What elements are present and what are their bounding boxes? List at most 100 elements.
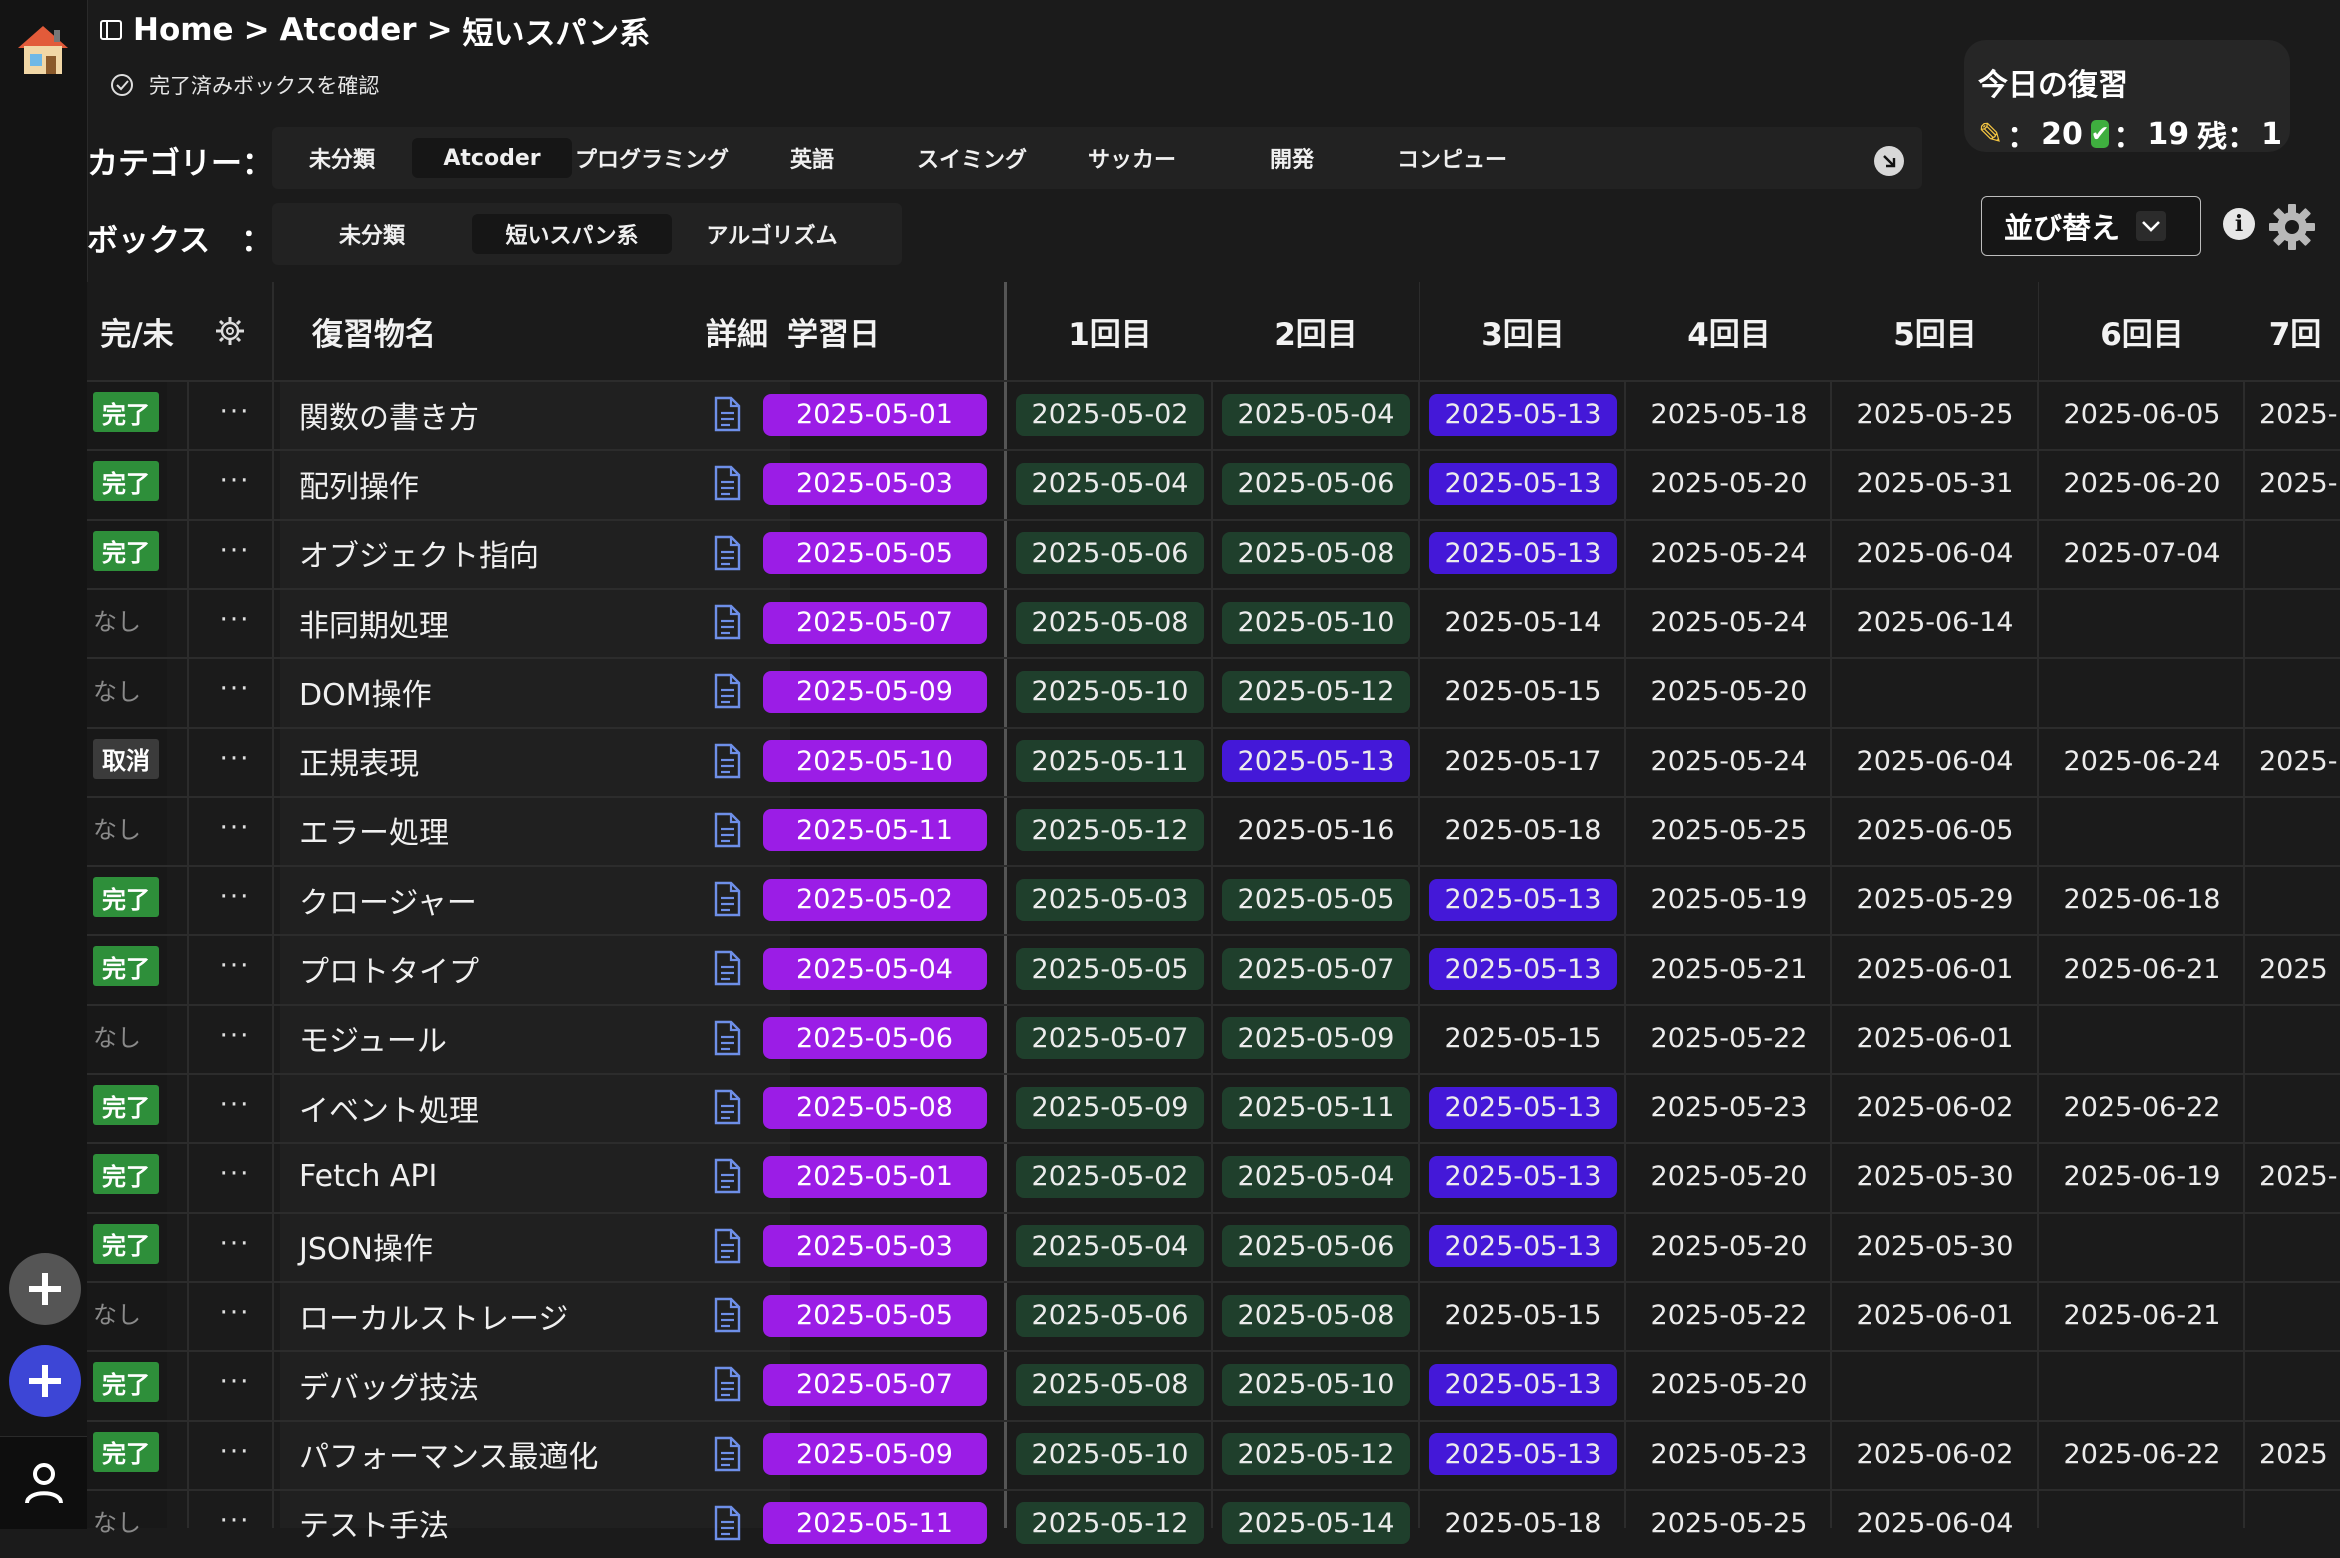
completed-date[interactable]: 2025-05-12 — [1016, 1502, 1204, 1545]
completed-date[interactable]: 2025-05-12 — [1222, 1433, 1410, 1476]
completed-date[interactable]: 2025-05-11 — [1222, 1086, 1410, 1129]
box-tab[interactable]: 短いスパン系 — [472, 214, 672, 254]
completed-date[interactable]: 2025-05-10 — [1222, 601, 1410, 644]
category-tab[interactable]: サッカー — [1052, 138, 1212, 178]
completed-date[interactable]: 2025-05-11 — [1016, 740, 1204, 783]
row-menu-button[interactable]: ··· — [192, 1491, 278, 1551]
study-date-pill[interactable]: 2025-05-01 — [762, 1155, 987, 1198]
row-menu-button[interactable]: ··· — [192, 659, 278, 719]
add-box-button[interactable] — [9, 1253, 81, 1325]
completed-date[interactable]: 2025-05-07 — [1222, 948, 1410, 991]
category-tab[interactable]: 英語 — [732, 138, 892, 178]
row-menu-button[interactable]: ··· — [192, 936, 278, 996]
category-tab[interactable]: スイミング — [892, 138, 1052, 178]
completed-date[interactable]: 2025-05-09 — [1016, 1086, 1204, 1129]
category-tab[interactable]: コンピュー — [1372, 138, 1532, 178]
completed-date[interactable]: 2025-05-12 — [1222, 670, 1410, 713]
document-icon[interactable] — [712, 1436, 742, 1472]
study-date-pill[interactable]: 2025-05-02 — [762, 878, 987, 921]
completed-date[interactable]: 2025-05-07 — [1016, 1017, 1204, 1060]
breadcrumb-home[interactable]: Home — [133, 12, 234, 48]
document-icon[interactable] — [712, 881, 742, 917]
item-name[interactable]: モジュール — [299, 1004, 447, 1073]
add-item-button[interactable] — [9, 1345, 81, 1417]
item-name[interactable]: テスト手法 — [299, 1489, 449, 1558]
category-tab[interactable]: プログラミング — [572, 138, 732, 178]
row-menu-button[interactable]: ··· — [192, 867, 278, 927]
sort-dropdown[interactable]: 並び替え — [1981, 196, 2201, 256]
document-icon[interactable] — [712, 604, 742, 640]
study-date-pill[interactable]: 2025-05-06 — [762, 1017, 987, 1060]
completed-date[interactable]: 2025-05-05 — [1222, 878, 1410, 921]
status-badge[interactable]: 取消 — [93, 738, 159, 779]
completed-date[interactable]: 2025-05-06 — [1222, 1225, 1410, 1268]
due-today-date[interactable]: 2025-05-13 — [1429, 1363, 1617, 1406]
row-menu-button[interactable]: ··· — [192, 521, 278, 581]
document-icon[interactable] — [712, 1089, 742, 1125]
due-today-date[interactable]: 2025-05-13 — [1429, 1433, 1617, 1476]
document-icon[interactable] — [712, 1297, 742, 1333]
item-name[interactable]: エラー処理 — [299, 796, 449, 865]
document-icon[interactable] — [712, 1505, 742, 1541]
category-tab[interactable]: Atcoder — [412, 138, 572, 178]
row-menu-button[interactable]: ··· — [192, 1352, 278, 1412]
item-name[interactable]: デバッグ技法 — [299, 1350, 479, 1419]
item-name[interactable]: イベント処理 — [299, 1073, 479, 1142]
document-icon[interactable] — [712, 465, 742, 501]
due-today-date[interactable]: 2025-05-13 — [1429, 1225, 1617, 1268]
row-menu-button[interactable]: ··· — [192, 1006, 278, 1066]
item-name[interactable]: オブジェクト指向 — [299, 519, 539, 588]
document-icon[interactable] — [712, 1228, 742, 1264]
status-badge[interactable]: なし — [93, 669, 159, 709]
sidebar-toggle-icon[interactable] — [99, 18, 123, 42]
item-name[interactable]: 配列操作 — [299, 449, 419, 518]
breadcrumb-section[interactable]: Atcoder — [280, 12, 417, 48]
document-icon[interactable] — [712, 812, 742, 848]
status-badge[interactable]: なし — [93, 1016, 159, 1056]
study-date-pill[interactable]: 2025-05-05 — [762, 1294, 987, 1337]
row-menu-button[interactable]: ··· — [192, 590, 278, 650]
status-badge[interactable]: 完了 — [93, 461, 159, 502]
completed-date[interactable]: 2025-05-10 — [1016, 670, 1204, 713]
study-date-pill[interactable]: 2025-05-03 — [762, 462, 987, 505]
due-today-date[interactable]: 2025-05-13 — [1222, 740, 1410, 783]
settings-gear-icon[interactable] — [2267, 202, 2317, 256]
completed-date[interactable]: 2025-05-08 — [1222, 1294, 1410, 1337]
study-date-pill[interactable]: 2025-05-11 — [762, 809, 987, 852]
completed-date[interactable]: 2025-05-04 — [1016, 1225, 1204, 1268]
item-name[interactable]: クロージャー — [299, 865, 477, 934]
status-badge[interactable]: なし — [93, 1293, 159, 1333]
completed-date[interactable]: 2025-05-02 — [1016, 393, 1204, 436]
study-date-pill[interactable]: 2025-05-08 — [762, 1086, 987, 1129]
row-menu-button[interactable]: ··· — [192, 382, 278, 442]
item-name[interactable]: パフォーマンス最適化 — [299, 1420, 598, 1489]
box-tab[interactable]: 未分類 — [272, 214, 472, 254]
status-badge[interactable]: なし — [93, 1501, 159, 1541]
status-badge[interactable]: 完了 — [93, 392, 159, 432]
status-badge[interactable]: 完了 — [93, 1362, 159, 1403]
show-completed-toggle[interactable]: 完了済みボックスを確認 — [109, 70, 379, 100]
item-name[interactable]: ローカルストレージ — [299, 1281, 568, 1350]
item-name[interactable]: 関数の書き方 — [299, 380, 479, 449]
row-menu-button[interactable]: ··· — [192, 1422, 278, 1482]
due-today-date[interactable]: 2025-05-13 — [1429, 948, 1617, 991]
item-name[interactable]: 正規表現 — [299, 727, 419, 796]
completed-date[interactable]: 2025-05-12 — [1016, 809, 1204, 852]
completed-date[interactable]: 2025-05-06 — [1016, 532, 1204, 575]
completed-date[interactable]: 2025-05-05 — [1016, 948, 1204, 991]
status-badge[interactable]: 完了 — [93, 1223, 159, 1264]
completed-date[interactable]: 2025-05-06 — [1222, 462, 1410, 505]
study-date-pill[interactable]: 2025-05-11 — [762, 1502, 987, 1545]
study-date-pill[interactable]: 2025-05-07 — [762, 601, 987, 644]
user-account-button[interactable] — [0, 1436, 87, 1529]
completed-date[interactable]: 2025-05-14 — [1222, 1502, 1410, 1545]
row-menu-button[interactable]: ··· — [192, 729, 278, 789]
completed-date[interactable]: 2025-05-04 — [1222, 393, 1410, 436]
row-menu-button[interactable]: ··· — [192, 451, 278, 511]
study-date-pill[interactable]: 2025-05-03 — [762, 1225, 987, 1268]
completed-date[interactable]: 2025-05-10 — [1222, 1363, 1410, 1406]
completed-date[interactable]: 2025-05-08 — [1016, 601, 1204, 644]
document-icon[interactable] — [712, 1020, 742, 1056]
category-tab[interactable]: 未分類 — [272, 138, 412, 178]
status-badge[interactable]: 完了 — [93, 1154, 159, 1195]
